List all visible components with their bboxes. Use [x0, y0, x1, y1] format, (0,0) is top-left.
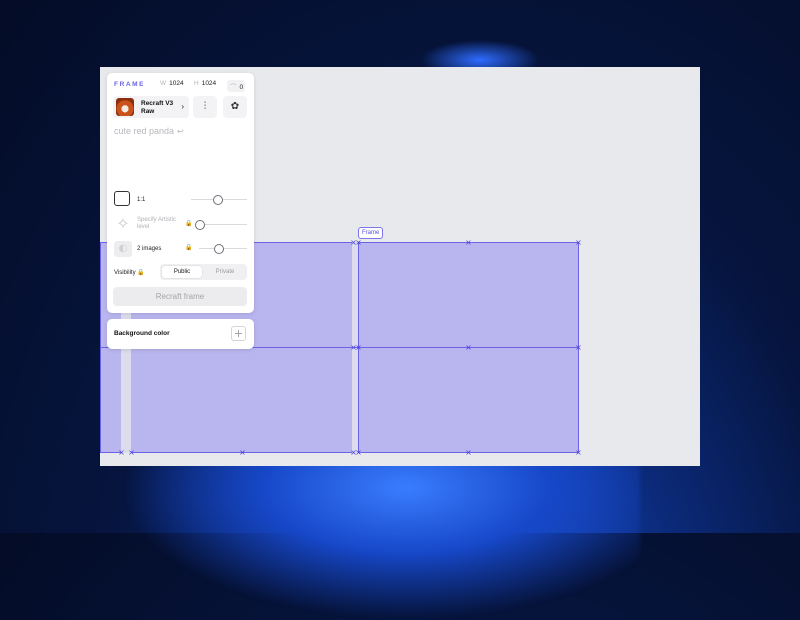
- aspect-slider-knob[interactable]: [213, 195, 223, 205]
- selection-handle[interactable]: ×: [465, 344, 472, 352]
- red-panda-avatar: [116, 98, 134, 116]
- return-icon: ↩: [177, 127, 184, 136]
- sparkle-icon: ✧: [116, 214, 130, 233]
- visibility-public-option[interactable]: Public: [162, 266, 202, 278]
- model-name: Recraft V3 Raw: [141, 100, 174, 115]
- selection-handle[interactable]: ×: [355, 449, 362, 457]
- images-icon: ◐: [114, 241, 132, 257]
- sliders-button[interactable]: ⫶: [193, 96, 217, 118]
- selection-handle[interactable]: ×: [355, 344, 362, 352]
- prompt-text: cute red panda: [114, 126, 175, 136]
- selection-handle[interactable]: ×: [128, 449, 135, 457]
- aspect-ratio-icon[interactable]: [114, 191, 130, 206]
- background-color-label: Background color: [114, 330, 170, 337]
- visibility-toggle[interactable]: Public Private: [160, 264, 247, 280]
- selection-handle[interactable]: ×: [118, 449, 125, 457]
- sliders-icon: ⫶: [203, 101, 207, 112]
- selection-handle[interactable]: ×: [239, 449, 246, 457]
- selection-handle[interactable]: ×: [465, 449, 472, 457]
- selection-handle[interactable]: ×: [465, 239, 472, 247]
- selection-handle[interactable]: ×: [575, 344, 582, 352]
- artistic-level-label: Specify Artistic level: [137, 217, 177, 230]
- visibility-private-option[interactable]: Private: [205, 266, 245, 278]
- frame-label[interactable]: Frame: [358, 227, 384, 239]
- frame-settings-panel: FRAME W 1024 H 1024 ⌒ 0 Recraft V3 Raw › ⫶ …: [107, 73, 254, 313]
- add-background-color-button[interactable]: +: [231, 326, 246, 341]
- lock-icon: 🔒: [137, 269, 145, 276]
- height-key: H: [194, 80, 199, 87]
- width-field[interactable]: W 1024: [160, 80, 184, 87]
- width-value: 1024: [169, 80, 184, 87]
- chevron-right-icon: ›: [181, 102, 184, 111]
- lock-icon: 🔒: [185, 244, 193, 251]
- visibility-label: Visibility 🔒: [114, 269, 145, 276]
- height-field[interactable]: H 1024: [194, 80, 216, 87]
- model-selector-button[interactable]: Recraft V3 Raw ›: [113, 96, 189, 118]
- height-value: 1024: [201, 80, 217, 87]
- rotation-value: 0: [239, 84, 244, 91]
- artistic-slider-knob[interactable]: [195, 220, 205, 230]
- images-slider-knob[interactable]: [214, 244, 224, 254]
- recraft-frame-button[interactable]: Recraft frame: [113, 287, 247, 306]
- selection-handle[interactable]: ×: [575, 239, 582, 247]
- images-count-label: 2 images: [137, 246, 162, 252]
- palette-icon: ✿: [230, 101, 240, 112]
- width-key: W: [160, 80, 167, 87]
- rotation-icon: ⌒: [230, 84, 237, 91]
- background-color-panel: Background color +: [107, 319, 254, 349]
- selection-handle[interactable]: ×: [355, 239, 362, 247]
- aspect-ratio-label: 1:1: [137, 197, 146, 203]
- rotation-field[interactable]: ⌒ 0: [227, 80, 245, 92]
- selection-handle[interactable]: ×: [575, 449, 582, 457]
- palette-button[interactable]: ✿: [223, 96, 247, 118]
- panel-title: FRAME: [114, 81, 146, 88]
- visibility-text: Visibility: [114, 270, 136, 276]
- lock-icon: 🔒: [185, 220, 193, 227]
- prompt-input[interactable]: cute red panda ↩: [114, 126, 184, 136]
